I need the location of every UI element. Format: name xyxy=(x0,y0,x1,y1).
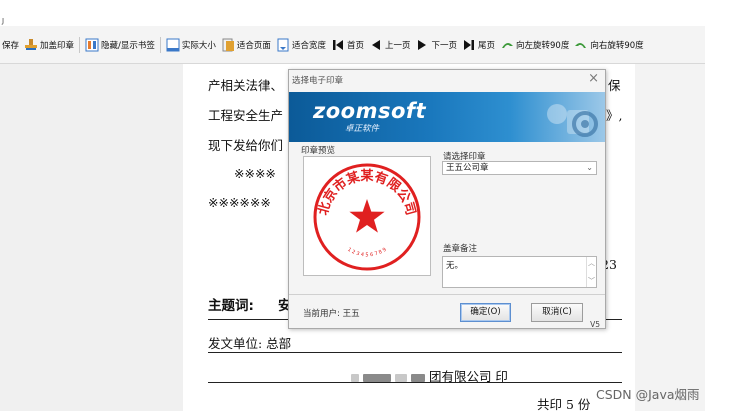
stamp-icon xyxy=(25,38,38,50)
doc-line-2-tail: 》, xyxy=(606,108,623,123)
seal-select[interactable]: 王五公司章 ⌄ xyxy=(442,161,597,175)
fit-page-icon xyxy=(222,38,234,51)
doc-rule-3 xyxy=(208,382,622,383)
star-icon xyxy=(349,199,385,233)
note-label: 盖章备注 xyxy=(443,244,478,254)
actual-size-icon xyxy=(166,38,180,51)
brand-logo: zoomsoft xyxy=(313,99,427,123)
prev-page-button[interactable]: 上一页 xyxy=(369,38,411,52)
seal-code: 1 2 3 4 5 6 7 8 9 xyxy=(346,247,387,259)
issuer-line: 发文单位: 总部 xyxy=(208,336,292,351)
last-page-icon xyxy=(464,39,474,50)
dialog-divider xyxy=(289,294,605,295)
fit-width-icon xyxy=(277,38,289,51)
toolbar-last-page-label: 尾页 xyxy=(478,40,496,51)
fit-page-button[interactable]: 适合页面 xyxy=(221,38,271,52)
rotate-right-icon xyxy=(575,42,587,48)
toolbar-fit-page-label: 适合页面 xyxy=(236,40,271,51)
dialog-banner: zoomsoft 卓正软件 xyxy=(289,92,605,142)
toolbar-prev-page-label: 上一页 xyxy=(384,40,411,51)
note-textarea[interactable]: 无。 ︿ ﹀ xyxy=(442,256,597,288)
last-page-button[interactable]: 尾页 xyxy=(462,38,495,52)
actual-size-button[interactable]: 实际大小 xyxy=(166,38,216,52)
note-scrollbar[interactable]: ︿ ﹀ xyxy=(586,257,596,287)
top-mark: J xyxy=(2,17,5,25)
doc-line-1-tail: 保 xyxy=(608,78,621,93)
seal-preview: 北京市某某有限公司 1 2 3 4 5 6 7 8 9 xyxy=(303,156,431,276)
doc-line-3: 现下发给你们 xyxy=(208,138,284,153)
brand-subtitle: 卓正软件 xyxy=(345,124,380,134)
fit-width-button[interactable]: 适合宽度 xyxy=(276,38,326,52)
window-top-strip: J xyxy=(0,0,733,26)
toolbar: 保存 加盖印章 隐藏/显示书签 实际大小 适合页面 适合宽度 首页 上一页 下一… xyxy=(0,26,705,64)
toolbar-next-page-label: 下一页 xyxy=(431,40,457,51)
toolbar-fit-width-label: 适合宽度 xyxy=(291,40,326,51)
toolbar-actual-size-label: 实际大小 xyxy=(181,40,216,51)
next-page-icon xyxy=(418,39,427,50)
redacted-text xyxy=(394,373,407,382)
version-label: V5 xyxy=(590,320,600,329)
document-right-gutter xyxy=(635,64,705,411)
doc-line-5: ※※※※※※ xyxy=(208,195,271,210)
company-seal-image: 北京市某某有限公司 1 2 3 4 5 6 7 8 9 xyxy=(313,163,421,271)
document-left-gutter xyxy=(0,64,183,411)
next-page-button[interactable]: 下一页 xyxy=(415,38,457,52)
cancel-button[interactable]: 取消(C) xyxy=(531,303,583,322)
save-button[interactable]: 保存 xyxy=(2,39,19,51)
close-icon[interactable]: × xyxy=(588,71,599,86)
selected-seal-value: 王五公司章 xyxy=(446,163,489,173)
toolbar-separator xyxy=(159,36,161,53)
select-seal-dialog: 选择电子印章 × zoomsoft 卓正软件 印章预览 北京市某某有限公司 1 … xyxy=(288,69,606,329)
copies-line: 共印 5 份 xyxy=(537,397,591,411)
toggle-bookmark-button[interactable]: 隐藏/显示书签 xyxy=(85,38,155,52)
seal-preview-label: 印章预览 xyxy=(301,146,336,156)
doc-line-2: 工程安全生产 xyxy=(208,108,284,123)
subject-label: 主题词: xyxy=(208,298,254,314)
scroll-up-icon[interactable]: ︿ xyxy=(588,258,595,268)
first-page-button[interactable]: 首页 xyxy=(331,38,364,52)
current-user-label: 当前用户: 王五 xyxy=(303,309,360,319)
toolbar-stamp-label: 加盖印章 xyxy=(40,40,75,51)
doc-line-1: 产相关法律、 xyxy=(208,78,284,93)
toolbar-rotate-left-label: 向左旋转90度 xyxy=(516,40,570,51)
redacted-text xyxy=(362,373,391,382)
toolbar-separator xyxy=(79,36,81,53)
prev-page-icon xyxy=(371,39,380,50)
rotate-right-button[interactable]: 向右旋转90度 xyxy=(574,38,644,52)
dialog-title: 选择电子印章 xyxy=(292,76,344,86)
redacted-text xyxy=(410,373,425,382)
doc-rule-2 xyxy=(208,352,622,353)
toolbar-first-page-label: 首页 xyxy=(346,40,364,51)
scroll-down-icon[interactable]: ﹀ xyxy=(588,276,595,286)
chevron-down-icon: ⌄ xyxy=(586,163,593,172)
first-page-icon xyxy=(332,39,343,50)
toolbar-bookmark-label: 隐藏/显示书签 xyxy=(101,40,155,51)
ok-button[interactable]: 确定(O) xyxy=(460,303,511,322)
toolbar-save-label: 保存 xyxy=(2,40,20,51)
add-stamp-button[interactable]: 加盖印章 xyxy=(24,38,74,52)
doc-line-4: ※※※※ xyxy=(234,166,276,181)
gear-icon xyxy=(547,104,598,137)
csdn-watermark: CSDN @Java烟雨 xyxy=(596,387,700,402)
toolbar-rotate-right-label: 向右旋转90度 xyxy=(590,40,644,51)
rotate-left-icon xyxy=(502,42,514,48)
note-value: 无。 xyxy=(446,261,464,271)
bookmark-icon xyxy=(85,38,99,51)
rotate-left-button[interactable]: 向左旋转90度 xyxy=(500,38,569,52)
redacted-text xyxy=(351,373,359,382)
